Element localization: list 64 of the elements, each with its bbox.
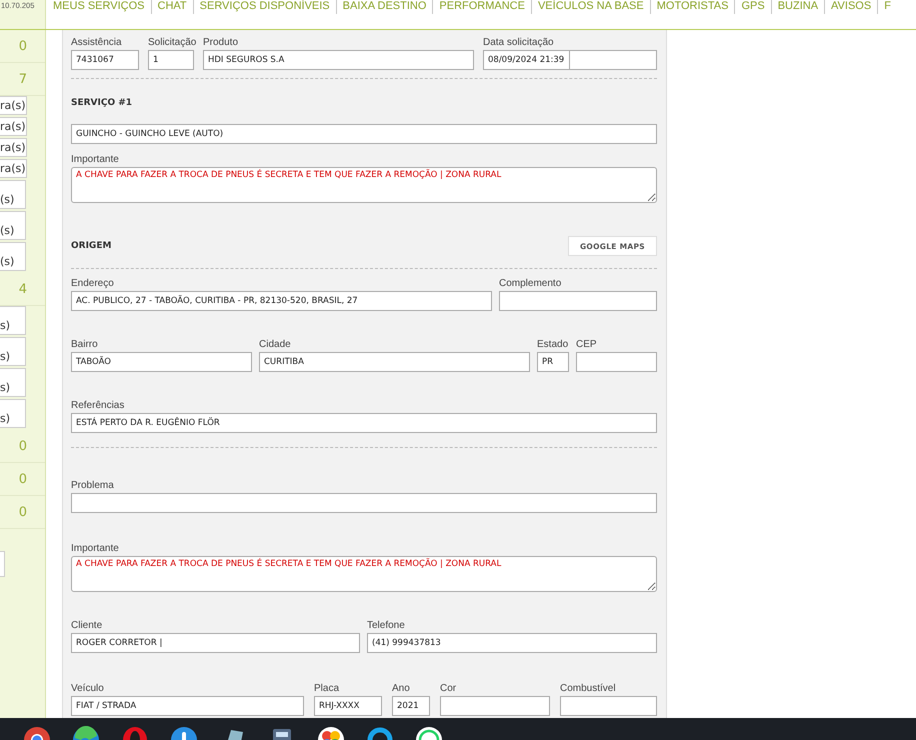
note-field[interactable]: A CHAVE PARA FAZER A TROCA DE PNEUS É SECRETA E TEM QUE FAZER A REMOÇÃO | ZONA RURAL — [71, 167, 657, 203]
field-label: Problema — [71, 479, 115, 492]
count-label: 4 — [18, 282, 27, 296]
text-field[interactable]: CURITIBA — [259, 352, 530, 372]
field-label: Referências — [71, 399, 126, 412]
sidebar-item[interactable]: ra(s) — [0, 96, 27, 115]
section-heading: SERVIÇO #1 — [71, 98, 132, 108]
count-label: 0 — [18, 38, 27, 54]
field-label: Importante — [71, 153, 120, 166]
text-field[interactable] — [560, 696, 657, 716]
text-field[interactable] — [71, 493, 657, 513]
sidebar-item[interactable]: s) — [0, 368, 26, 397]
text-field[interactable] — [570, 50, 657, 70]
field-label: Endereço — [71, 277, 115, 290]
field-label: Assistência — [71, 36, 123, 49]
text-field[interactable]: ESTÁ PERTO DA R. EUGÊNIO FLÖR — [71, 413, 657, 433]
sidebar-item[interactable]: (s) — [0, 242, 26, 271]
sidebar-item[interactable]: (s) — [0, 180, 26, 209]
text-field[interactable]: AC. PUBLICO, 27 - TABOÃO, CURITIBA - PR, 82130-520, BRASIL, 27 — [71, 291, 492, 311]
note-field[interactable]: A CHAVE PARA FAZER A TROCA DE PNEUS É SECRETA E TEM QUE FAZER A REMOÇÃO | ZONA RURAL — [71, 556, 657, 592]
sidebar-item[interactable]: s) — [0, 306, 26, 335]
count-label: 7 — [18, 72, 27, 86]
text-field[interactable]: 08/09/2024 21:39 — [483, 50, 570, 70]
field-label: Cidade — [259, 338, 292, 351]
text-field[interactable]: TABOÃO — [71, 352, 252, 372]
sidebar-item[interactable]: s) — [0, 337, 26, 366]
sidebar-item[interactable]: ra(s) — [0, 159, 27, 178]
count-label: 0 — [18, 504, 27, 520]
text-field[interactable]: GUINCHO - GUINCHO LEVE (AUTO) — [71, 124, 657, 144]
field-label: Veículo — [71, 682, 105, 695]
field-label: Estado — [537, 338, 569, 351]
text-field[interactable] — [440, 696, 550, 716]
field-label: Complemento — [499, 277, 562, 290]
field-label: Cliente — [71, 619, 104, 632]
field-label: Placa — [314, 682, 340, 695]
sidebar-item[interactable]: (s) — [0, 211, 26, 240]
field-label: CEP — [576, 338, 598, 351]
field-label: Combustível — [560, 682, 617, 695]
section-heading: ORIGEM — [71, 241, 112, 251]
field-label: Produto — [203, 36, 240, 49]
field-label: Ano — [392, 682, 411, 695]
text-field[interactable]: FIAT / STRADA — [71, 696, 304, 716]
count-label: 0 — [18, 472, 27, 486]
text-field[interactable] — [499, 291, 657, 311]
text-field[interactable]: RHJ-XXXX — [314, 696, 382, 716]
count-label: 0 — [18, 438, 27, 454]
text-field[interactable] — [576, 352, 657, 372]
text-field[interactable]: (41) 999437813 — [367, 633, 657, 653]
field-label: Data solicitação — [483, 36, 555, 49]
sidebar-item[interactable]: ra(s) — [0, 117, 27, 136]
field-label: Importante — [71, 542, 120, 555]
field-label: Cor — [440, 682, 458, 695]
text-field[interactable]: HDI SEGUROS S.A — [203, 50, 474, 70]
text-field[interactable]: ROGER CORRETOR | — [71, 633, 360, 653]
input-field[interactable] — [0, 551, 5, 577]
field-label: Bairro — [71, 338, 99, 351]
text-field[interactable]: 7431067 — [71, 50, 139, 70]
field-label: Telefone — [367, 619, 406, 632]
text-field[interactable]: 2021 — [392, 696, 430, 716]
field-label: Solicitação — [148, 36, 194, 49]
sidebar-item[interactable]: s) — [0, 399, 26, 428]
sidebar-item[interactable]: ra(s) — [0, 138, 27, 157]
text-field[interactable]: PR — [537, 352, 569, 372]
text-field[interactable]: 1 — [148, 50, 194, 70]
